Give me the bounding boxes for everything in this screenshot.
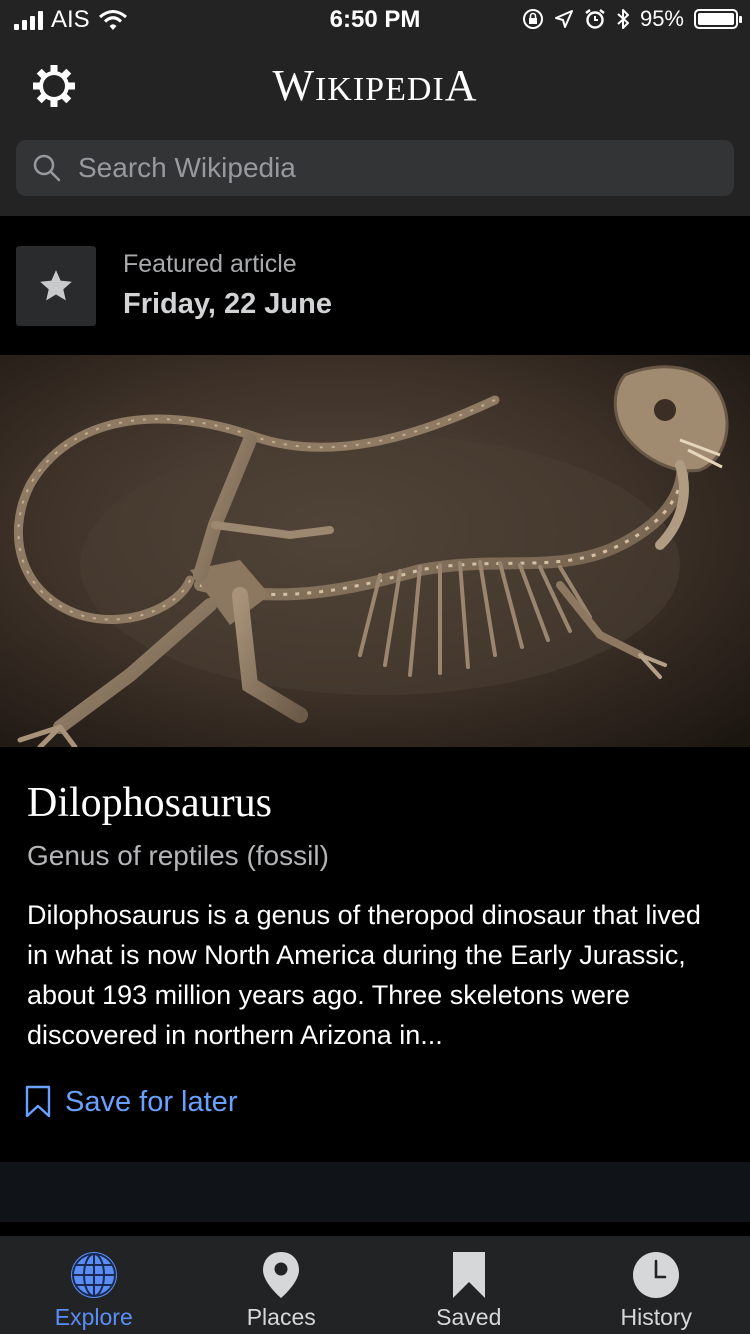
tab-explore-label: Explore: [54, 1304, 133, 1330]
featured-date: Friday, 22 June: [123, 288, 332, 320]
search-input[interactable]: [76, 151, 680, 185]
tab-saved[interactable]: Saved: [375, 1236, 563, 1334]
featured-article-header: Featured article Friday, 22 June: [0, 216, 750, 355]
dilophosaurus-fossil-image: [0, 355, 750, 747]
orientation-lock-icon: [522, 9, 543, 29]
tab-bar: Explore Places Saved History: [0, 1236, 750, 1334]
wordmark-last: A: [444, 61, 478, 110]
explore-header: WIKIPEDIA: [0, 40, 750, 216]
save-for-later-button[interactable]: Save for later: [25, 1085, 237, 1119]
star-icon: [40, 270, 72, 301]
save-for-later-label: Save for later: [65, 1085, 238, 1118]
tab-history[interactable]: History: [563, 1236, 750, 1334]
wordmark-first: W: [272, 61, 315, 110]
battery-percent: 95%: [639, 6, 684, 31]
search-icon: [33, 154, 61, 182]
wikipedia-wordmark: WIKIPEDIA: [0, 60, 750, 111]
status-right: 95%: [522, 6, 742, 32]
alarm-icon: [585, 9, 605, 29]
bluetooth-icon: [617, 9, 629, 29]
featured-article-card[interactable]: Dilophosaurus Genus of reptiles (fossil)…: [0, 747, 750, 1162]
location-icon: [554, 10, 573, 28]
bookmark-icon: [452, 1252, 485, 1298]
map-pin-icon: [263, 1252, 300, 1298]
article-title[interactable]: Dilophosaurus: [27, 779, 272, 827]
tab-places[interactable]: Places: [188, 1236, 376, 1334]
battery-icon: [694, 9, 742, 29]
featured-label: Featured article: [123, 250, 297, 278]
featured-badge: [16, 246, 96, 326]
status-bar: AIS 6:50 PM 95%: [0, 0, 750, 40]
tab-places-label: Places: [246, 1304, 316, 1330]
tab-history-label: History: [620, 1304, 693, 1330]
wordmark-middle: IKIPEDI: [314, 71, 445, 108]
article-description: Genus of reptiles (fossil): [27, 840, 329, 871]
tab-explore[interactable]: Explore: [0, 1236, 188, 1334]
card-separator: [0, 1162, 750, 1222]
bookmark-outline-icon: [25, 1085, 51, 1118]
clock-icon: [633, 1252, 680, 1298]
article-extract[interactable]: Dilophosaurus is a genus of theropod din…: [27, 895, 727, 1055]
search-bar[interactable]: [16, 140, 734, 196]
tab-saved-label: Saved: [436, 1304, 502, 1330]
globe-icon: [70, 1252, 117, 1298]
article-image[interactable]: [0, 355, 750, 747]
